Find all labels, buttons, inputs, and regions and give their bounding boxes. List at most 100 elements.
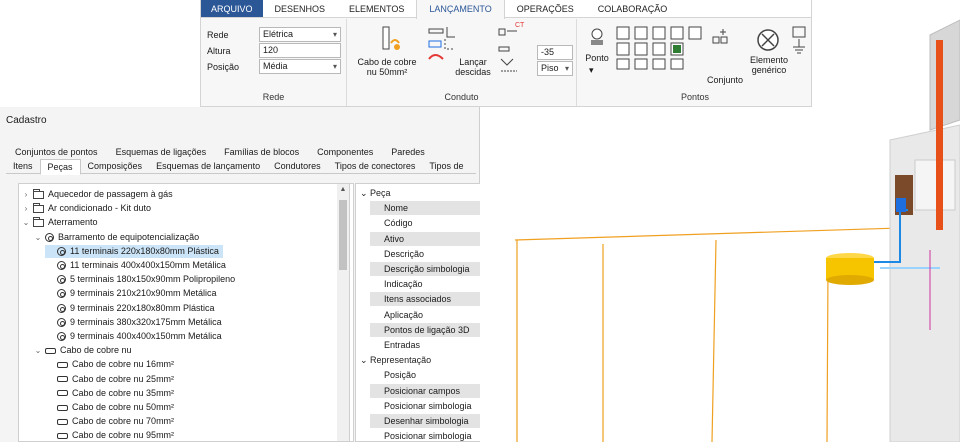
tree-item[interactable]: 9 terminais 400x400x150mm Metálica [45, 330, 226, 343]
tab-paredes[interactable]: Paredes [382, 145, 434, 159]
property-category[interactable]: ⌄ Representação [356, 353, 480, 368]
posicao-dropdown[interactable]: Média [259, 59, 341, 74]
tree-item[interactable]: › Ar condicionado - Kit duto [21, 202, 155, 215]
property-row[interactable]: Descrição simbologia [356, 262, 480, 277]
ponto-label[interactable]: Ponto [581, 53, 613, 63]
rede-label: Rede [207, 29, 229, 40]
lancar-descidas-label[interactable]: Lançar descidas [453, 57, 493, 77]
tree-item[interactable]: 9 terminais 380x320x175mm Metálica [45, 316, 226, 329]
properties-grid: ⌄ Peça Nome Código Ativo Descrição Descrição … [355, 183, 480, 442]
chevron-right-icon[interactable]: › [21, 202, 31, 215]
property-row[interactable]: Código [356, 216, 480, 232]
altura-input[interactable]: 120 [259, 43, 341, 58]
ponto-icon[interactable] [587, 27, 607, 47]
property-name: Posicionar simbologia [370, 429, 480, 441]
chevron-down-icon[interactable]: ⌄ [21, 216, 31, 229]
tree-item[interactable]: Cabo de cobre nu 70mm² [45, 415, 178, 428]
parts-tree[interactable]: › Aquecedor de passagem à gás › Ar condicio… [18, 183, 354, 442]
ponto-types-grid[interactable] [615, 25, 703, 71]
elemento-generico-label[interactable]: Elemento genérico [749, 55, 789, 75]
property-row[interactable]: Posicionar simbologia [356, 429, 480, 441]
cabo-cobre-label[interactable]: Cabo de cobre nu 50mm² [351, 57, 423, 77]
scroll-thumb[interactable] [339, 200, 347, 270]
property-row[interactable]: Nome [356, 201, 480, 217]
elemento-generico-icon[interactable] [755, 27, 781, 53]
tab-composicoes[interactable]: Composições [81, 159, 150, 173]
ribbon: ARQUIVO DESENHOS ELEMENTOS LANÇAMENTO OP… [200, 0, 812, 107]
tab-desenhos[interactable]: DESENHOS [263, 0, 338, 17]
property-row[interactable]: Indicação [356, 277, 480, 293]
tab-familias-blocos[interactable]: Famílias de blocos [215, 145, 308, 159]
property-row[interactable]: Ativo [356, 231, 480, 247]
tree-item[interactable]: ⌄ Barramento de equipotencialização [33, 231, 203, 244]
tab-operacoes[interactable]: OPERAÇÕES [505, 0, 586, 17]
property-row[interactable]: Aplicação [356, 307, 480, 323]
tab-colaboracao[interactable]: COLABORAÇÃO [586, 0, 680, 17]
cadastro-panel: Cadastro Conjuntos de pontos Esquemas de… [0, 107, 480, 442]
conjunto-label[interactable]: Conjunto [707, 75, 743, 85]
tab-elementos[interactable]: ELEMENTOS [337, 0, 416, 17]
property-name: Posicionar simbologia [370, 398, 480, 414]
tab-componentes[interactable]: Componentes [308, 145, 382, 159]
ponto-dropdown-icon[interactable]: ▾ [589, 65, 594, 75]
tree-item[interactable]: Cabo de cobre nu 35mm² [45, 387, 178, 400]
chevron-down-icon[interactable]: ⌄ [33, 231, 43, 244]
ground-icon[interactable] [789, 25, 809, 61]
property-row[interactable]: Descrição [356, 246, 480, 262]
tree-item[interactable]: Cabo de cobre nu 95mm² [45, 429, 178, 441]
property-category[interactable]: ⌄ Peça [356, 186, 480, 201]
property-row[interactable]: Posição [356, 368, 480, 384]
property-category-label: Representação [370, 355, 432, 366]
chevron-right-icon[interactable]: › [21, 188, 31, 201]
scroll-up-arrow-icon[interactable]: ▲ [337, 184, 349, 196]
blue-fitting [896, 198, 906, 212]
tab-esquemas-lancamento[interactable]: Esquemas de lançamento [149, 159, 267, 173]
upper-box [929, 19, 960, 131]
property-name: Entradas [370, 338, 480, 353]
conjunto-icon[interactable] [711, 27, 731, 53]
tab-tipos-de[interactable]: Tipos de [422, 159, 470, 173]
tree-item[interactable]: Cabo de cobre nu 25mm² [45, 373, 178, 386]
ring-icon [45, 232, 54, 242]
tree-item[interactable]: ⌄ Cabo de cobre nu [33, 344, 136, 357]
floor-dropdown[interactable]: Piso [537, 61, 573, 76]
tab-condutores[interactable]: Condutores [267, 159, 328, 173]
tab-arquivo[interactable]: ARQUIVO [201, 0, 263, 17]
tree-item[interactable]: 5 terminais 180x150x90mm Polipropileno [45, 273, 239, 286]
tab-conjuntos-pontos[interactable]: Conjuntos de pontos [6, 145, 107, 159]
tree-item[interactable]: › Aquecedor de passagem à gás [21, 188, 177, 201]
tab-lancamento[interactable]: LANÇAMENTO [416, 0, 505, 19]
cable-icon [57, 361, 68, 368]
property-row[interactable]: Pontos de ligação 3D [356, 322, 480, 338]
tab-pecas[interactable]: Peças [39, 159, 81, 175]
property-row[interactable]: Itens associados [356, 292, 480, 308]
chevron-down-icon[interactable]: ⌄ [360, 355, 370, 365]
property-row[interactable]: Posicionar simbologia [356, 398, 480, 414]
cadastro-tabs-row1: Conjuntos de pontos Esquemas de ligações… [6, 145, 434, 159]
tab-itens[interactable]: Itens [6, 159, 40, 173]
riser-icon[interactable] [497, 23, 525, 79]
height-offset-input[interactable]: -35 [537, 45, 573, 60]
orange-riser [936, 40, 943, 230]
tree-item[interactable]: Cabo de cobre nu 16mm² [45, 358, 178, 371]
tree-scrollbar[interactable]: ▲ [337, 183, 350, 442]
property-row[interactable]: Posicionar campos [356, 383, 480, 399]
property-row[interactable]: Desenhar simbologia [356, 414, 480, 429]
tree-item[interactable]: 11 terminais 400x400x150mm Metálica [45, 259, 230, 272]
ring-icon [57, 275, 66, 285]
rede-dropdown[interactable]: Elétrica [259, 27, 341, 42]
tree-item[interactable]: Cabo de cobre nu 50mm² [45, 401, 178, 414]
tab-esquemas-ligacoes[interactable]: Esquemas de ligações [107, 145, 216, 159]
posicao-field-row: Posição Média [207, 59, 341, 74]
tree-item[interactable]: 9 terminais 210x210x90mm Metálica [45, 287, 221, 300]
chevron-down-icon[interactable]: ⌄ [360, 188, 370, 198]
tree-item[interactable]: 11 terminais 220x180x80mm Plástica [45, 244, 223, 258]
conduto-group: Cabo de cobre nu 50mm² Lançar descidas C… [347, 19, 577, 106]
tree-item[interactable]: 9 terminais 220x180x80mm Plástica [45, 302, 219, 315]
tab-tipos-conectores[interactable]: Tipos de conectores [328, 159, 423, 173]
property-row[interactable]: Entradas [356, 338, 480, 353]
cable-icon[interactable] [377, 25, 405, 55]
chevron-down-icon[interactable]: ⌄ [33, 344, 43, 357]
tree-item[interactable]: ⌄ Aterramento [21, 216, 102, 229]
rede-field-row: Rede Elétrica [207, 27, 341, 42]
